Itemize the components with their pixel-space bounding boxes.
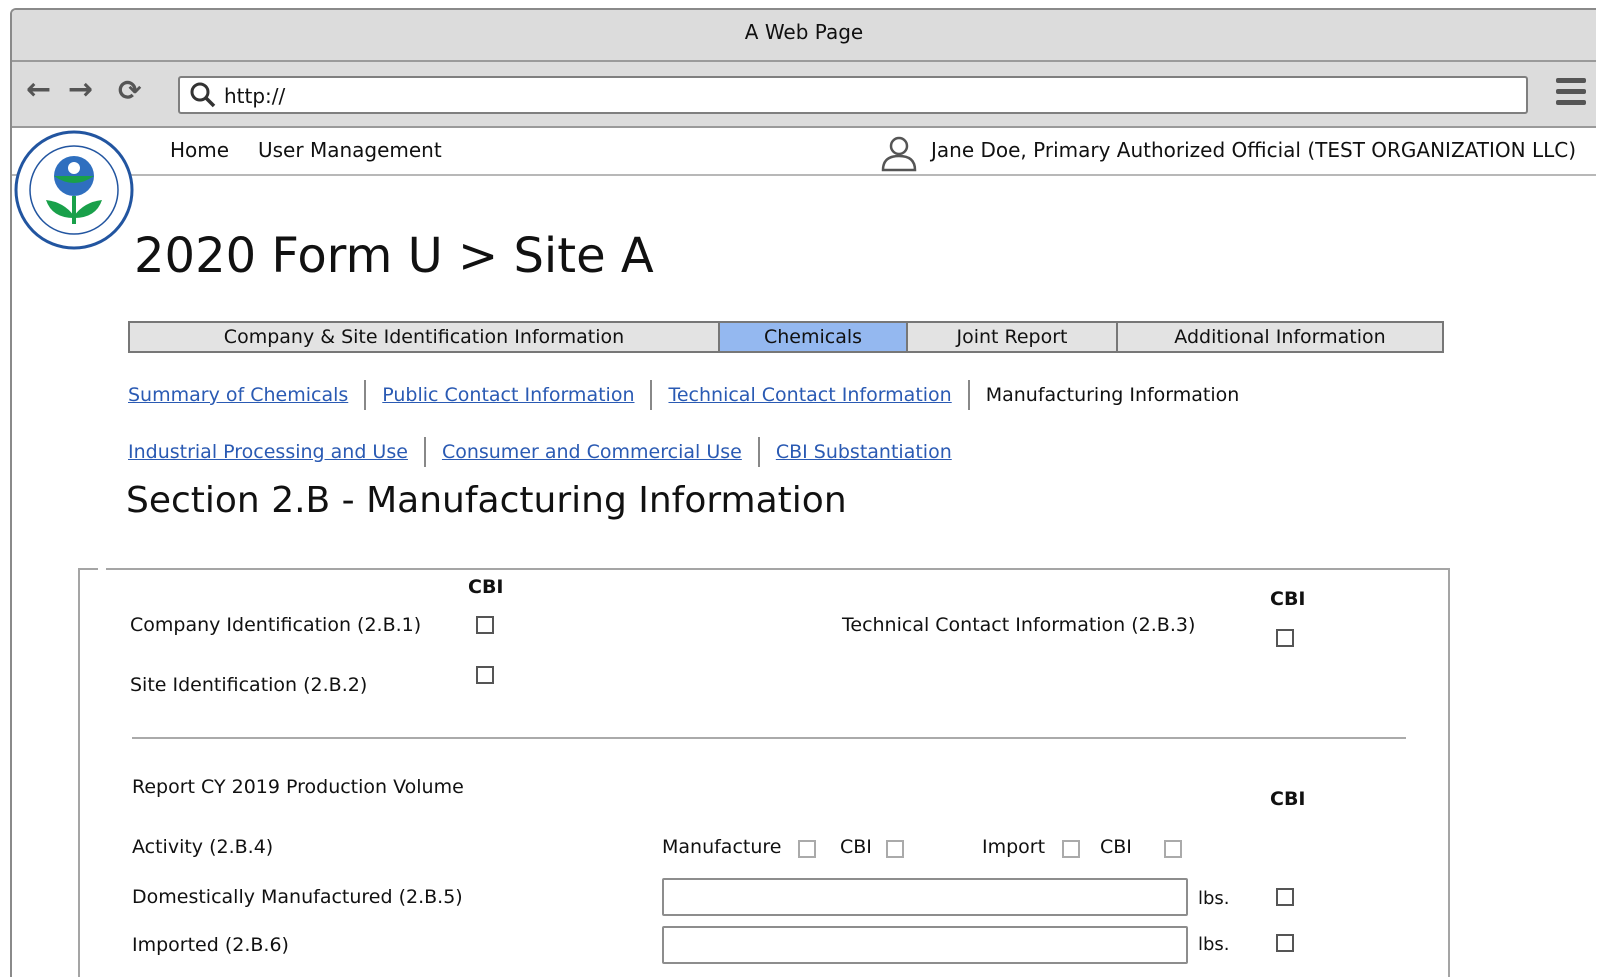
domestic-label: Domestically Manufactured (2.B.5) xyxy=(132,886,463,908)
domestic-unit: lbs. xyxy=(1198,888,1230,909)
divider xyxy=(132,737,1406,739)
subnav-manufacturing-information: Manufacturing Information xyxy=(985,384,1240,406)
epa-logo xyxy=(14,130,134,250)
cbi-header: CBI xyxy=(1270,788,1306,810)
company-id-label: Company Identification (2.B.1) xyxy=(130,614,422,636)
browser-window: A Web Page ← → ⟳ http:// Home User Manag… xyxy=(10,8,1596,977)
section-title: Section 2.B - Manufacturing Information xyxy=(126,480,847,521)
subnav-separator xyxy=(757,437,760,467)
browser-toolbar: ← → ⟳ http:// xyxy=(12,62,1596,128)
page-content: Home User Management Jane Doe, Primary A… xyxy=(12,128,1596,977)
reload-icon[interactable]: ⟳ xyxy=(118,74,141,107)
hamburger-menu-icon[interactable] xyxy=(1556,78,1586,111)
site-id-cbi-checkbox[interactable] xyxy=(476,666,494,684)
cbi-header: CBI xyxy=(1270,588,1306,610)
subnav-separator xyxy=(650,380,653,410)
company-id-cbi-checkbox[interactable] xyxy=(476,616,494,634)
subnav-industrial-processing[interactable]: Industrial Processing and Use xyxy=(128,441,408,463)
panel-border xyxy=(78,568,98,570)
import-cbi-checkbox[interactable] xyxy=(1164,840,1182,858)
import-checkbox[interactable] xyxy=(1062,840,1080,858)
tab-additional-information[interactable]: Additional Information xyxy=(1118,323,1442,351)
user-icon xyxy=(881,136,917,172)
subnav-row-2: Industrial Processing and Use Consumer a… xyxy=(128,437,952,467)
subnav-public-contact[interactable]: Public Contact Information xyxy=(382,384,634,406)
forward-arrow-icon[interactable]: → xyxy=(68,72,93,107)
manufacture-cbi-label: CBI xyxy=(840,836,872,858)
url-bar[interactable]: http:// xyxy=(178,76,1528,114)
back-arrow-icon[interactable]: ← xyxy=(26,72,51,107)
subnav-separator xyxy=(967,380,970,410)
site-id-label: Site Identification (2.B.2) xyxy=(130,674,368,696)
tab-chemicals[interactable]: Chemicals xyxy=(720,323,908,351)
nav-user-management[interactable]: User Management xyxy=(258,138,442,162)
panel-border xyxy=(106,568,1450,570)
subnav-consumer-commercial[interactable]: Consumer and Commercial Use xyxy=(442,441,742,463)
imported-label: Imported (2.B.6) xyxy=(132,934,289,956)
activity-label: Activity (2.B.4) xyxy=(132,836,274,858)
domestic-volume-input[interactable] xyxy=(662,878,1188,916)
url-text[interactable]: http:// xyxy=(224,84,285,108)
manufacturing-form-panel: CBI Company Identification (2.B.1) Site … xyxy=(78,568,1450,977)
user-info[interactable]: Jane Doe, Primary Authorized Official (T… xyxy=(881,136,1576,172)
subnav-row-1: Summary of Chemicals Public Contact Info… xyxy=(128,380,1239,410)
nav-home[interactable]: Home xyxy=(170,138,229,162)
page-title: 2020 Form U > Site A xyxy=(134,228,654,284)
user-name: Jane Doe, Primary Authorized Official (T… xyxy=(931,138,1576,162)
imported-unit: lbs. xyxy=(1198,934,1230,955)
subnav-summary-of-chemicals[interactable]: Summary of Chemicals xyxy=(128,384,348,406)
window-title: A Web Page xyxy=(12,10,1596,62)
import-cbi-label: CBI xyxy=(1100,836,1132,858)
imported-volume-input[interactable] xyxy=(662,926,1188,964)
report-volume-label: Report CY 2019 Production Volume xyxy=(132,776,464,798)
subnav-separator xyxy=(364,380,367,410)
manufacture-cbi-checkbox[interactable] xyxy=(886,840,904,858)
subnav-technical-contact[interactable]: Technical Contact Information xyxy=(668,384,951,406)
manufacture-label: Manufacture xyxy=(662,836,782,858)
import-label: Import xyxy=(982,836,1046,858)
tech-contact-label: Technical Contact Information (2.B.3) xyxy=(842,614,1196,636)
search-icon xyxy=(190,82,216,108)
tab-company-site[interactable]: Company & Site Identification Informatio… xyxy=(130,323,720,351)
cbi-header: CBI xyxy=(468,576,504,598)
subnav-cbi-substantiation[interactable]: CBI Substantiation xyxy=(776,441,952,463)
tech-contact-cbi-checkbox[interactable] xyxy=(1276,629,1294,647)
main-tabs: Company & Site Identification Informatio… xyxy=(128,321,1444,353)
tab-joint-report[interactable]: Joint Report xyxy=(908,323,1118,351)
imported-cbi-checkbox[interactable] xyxy=(1276,934,1294,952)
subnav-separator xyxy=(423,437,426,467)
domestic-cbi-checkbox[interactable] xyxy=(1276,888,1294,906)
top-navigation: Home User Management Jane Doe, Primary A… xyxy=(12,128,1596,176)
manufacture-checkbox[interactable] xyxy=(798,840,816,858)
